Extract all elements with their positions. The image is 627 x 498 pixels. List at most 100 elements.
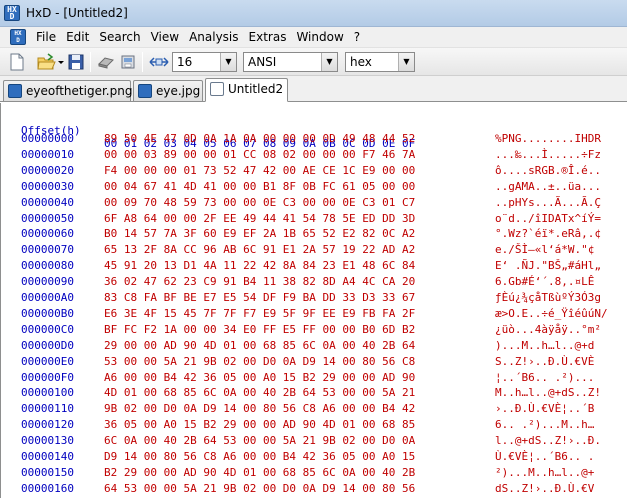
row-bytes[interactable]: 00 09 70 48 59 73 00 00 0E C3 00 00 0E C…: [104, 196, 415, 209]
tab-eyeofthetiger[interactable]: eyeofthetiger.png: [3, 80, 133, 102]
row-text[interactable]: )..­.M..h…l..@+d: [495, 339, 594, 352]
tab-label: eyeofthetiger.png: [26, 84, 133, 98]
row-text[interactable]: 6.. .²)..­.M..h…: [495, 418, 594, 431]
row-text[interactable]: ..gAMA..±..üa...: [495, 180, 601, 193]
save-icon[interactable]: [67, 52, 85, 72]
row-text[interactable]: l..@+dS..Z!›..Ð.: [495, 434, 601, 447]
row-offset: 000000C0: [21, 322, 74, 336]
row-offset: 00000110: [21, 402, 74, 416]
row-bytes[interactable]: 00 04 67 41 4D 41 00 00 B1 8F 0B FC 61 0…: [104, 180, 415, 193]
row-bytes[interactable]: F4 00 00 00 01 73 52 47 42 00 AE CE 1C E…: [104, 164, 415, 177]
row-bytes[interactable]: B0 14 57 7A 3F 60 E9 EF 2A 1B 65 52 E2 8…: [104, 227, 415, 240]
hxd-document-icon: [8, 84, 22, 98]
tab-eye[interactable]: eye.jpg: [133, 80, 203, 102]
chevron-down-icon[interactable]: ▼: [321, 53, 337, 71]
ram-editor-icon[interactable]: [96, 52, 116, 72]
row-bytes[interactable]: 89 50 4E 47 0D 0A 1A 0A 00 00 00 0D 49 4…: [104, 132, 415, 145]
open-dropdown-icon[interactable]: [57, 52, 65, 72]
tab-untitled2[interactable]: Untitled2: [205, 78, 288, 102]
row-bytes[interactable]: 45 91 20 13 D1 4A 11 22 42 8A 84 23 E1 4…: [104, 259, 415, 272]
row-text[interactable]: ...‰...Ì.....÷Fz: [495, 148, 601, 161]
disk-editor-icon[interactable]: [118, 52, 138, 72]
row-text[interactable]: æ>O.E..÷é_ŸîéûúN/: [495, 307, 608, 320]
row-offset: 00000020: [21, 163, 74, 177]
row-bytes[interactable]: 6F A8 64 00 00 2F EE 49 44 41 54 78 5E E…: [104, 212, 415, 225]
row-bytes[interactable]: BF FC F2 1A 00 00 34 E0 FF E5 FF 00 00 B…: [104, 323, 415, 336]
row-offset: 000000B0: [21, 306, 74, 320]
row-offset: 000000A0: [21, 291, 74, 304]
row-offset: 00000100: [21, 386, 74, 400]
chevron-down-icon[interactable]: ▼: [398, 53, 414, 71]
row-offset: 00000040: [21, 195, 74, 209]
row-offset: 00000010: [21, 147, 74, 161]
row-bytes[interactable]: E6 3E 4F 15 45 7F 7F F7 E9 5F 9F EE E9 F…: [104, 307, 415, 320]
hex-column-header: Offset(h) 00 01 02 03 04 05 06 07 08 09 …: [1, 111, 415, 150]
menu-analysis[interactable]: Analysis: [185, 30, 242, 44]
row-text[interactable]: Ù.€VÈ¦..´B6.. .: [495, 450, 594, 463]
hex-editor[interactable]: Offset(h) 00 01 02 03 04 05 06 07 08 09 …: [0, 103, 627, 498]
row-bytes[interactable]: A6 00 00 B4 42 36 05 00 A0 15 B2 29 00 0…: [104, 371, 415, 384]
bytes-per-row-select[interactable]: 16 ▼: [172, 52, 237, 72]
hxd-app-icon[interactable]: HX D: [4, 5, 20, 21]
row-offset: 000000E0: [21, 354, 74, 368]
row-bytes[interactable]: 6C 0A 00 40 2B 64 53 00 00 5A 21 9B 02 0…: [104, 434, 415, 447]
menu-window[interactable]: Window: [292, 30, 347, 44]
row-offset: 000000F0: [21, 370, 74, 384]
menu-help[interactable]: ?: [350, 30, 364, 44]
document-menu-icon[interactable]: HX D: [10, 29, 26, 45]
row-text[interactable]: ¦..´B6.. .²)..­.: [495, 371, 594, 384]
row-bytes[interactable]: 29 00 00 AD 90 4D 01 00 68 85 6C 0A 00 4…: [104, 339, 415, 352]
title-bar: HX D HxD - [Untitled2]: [0, 0, 627, 27]
menu-file[interactable]: File: [32, 30, 60, 44]
toolbar: 16 ▼ ANSI ▼ hex ▼: [0, 48, 627, 76]
row-offset: 00000090: [21, 275, 74, 289]
row-bytes[interactable]: 36 05 00 A0 15 B2 29 00 00 AD 90 4D 01 0…: [104, 418, 415, 431]
row-bytes[interactable]: 4D 01 00 68 85 6C 0A 00 40 2B 64 53 00 0…: [104, 386, 415, 399]
row-text[interactable]: %PNG........IHDR: [495, 132, 601, 145]
row-bytes[interactable]: 36 02 47 62 23 C9 91 B4 11 38 82 8D A4 4…: [104, 275, 415, 288]
row-bytes[interactable]: 83 C8 FA BF BE E7 E5 54 DF F9 BA DD 33 D…: [104, 291, 415, 304]
menu-view[interactable]: View: [147, 30, 183, 44]
menu-search[interactable]: Search: [95, 30, 144, 44]
row-bytes[interactable]: 65 13 2F 8A CC 96 AB 6C 91 E1 2A 57 19 2…: [104, 243, 415, 256]
row-text[interactable]: M..h…l..@+dS..Z!: [495, 386, 601, 399]
document-tabs: eyeofthetiger.png eye.jpg Untitled2: [0, 76, 627, 102]
row-bytes[interactable]: 64 53 00 00 5A 21 9B 02 00 D0 0A D9 14 0…: [104, 482, 415, 495]
row-text[interactable]: o¨d../îIDATx^íÝ=: [495, 212, 601, 225]
row-text[interactable]: e./ŠÌ–«l‘á*W."­¢: [495, 243, 594, 256]
charset-select[interactable]: ANSI ▼: [243, 52, 338, 72]
row-text[interactable]: E‘ .ÑJ."BŠ„#áHl„: [495, 259, 601, 272]
open-folder-icon[interactable]: [36, 52, 56, 72]
row-text[interactable]: °.Wz?`éï*.eRâ‚.¢: [495, 227, 601, 240]
charset-value: ANSI: [248, 55, 277, 69]
row-text[interactable]: ..pHYs...Ã...Ã.Ç: [495, 196, 601, 209]
row-text[interactable]: ô....sRGB.®Î.é..: [495, 164, 601, 177]
row-bytes[interactable]: D9 14 00 80 56 C8 A6 00 00 B4 42 36 05 0…: [104, 450, 415, 463]
row-bytes[interactable]: B2 29 00 00 AD 90 4D 01 00 68 85 6C 0A 0…: [104, 466, 415, 479]
row-text[interactable]: ›..Ð.Ù.€VÈ¦..´B: [495, 402, 594, 415]
row-offset: 00000140: [21, 450, 74, 463]
menu-extras[interactable]: Extras: [245, 30, 291, 44]
row-offset: 00000050: [21, 211, 74, 225]
row-text[interactable]: ²)..­.M..h…l..@+: [495, 466, 594, 479]
bytes-per-row-value: 16: [177, 55, 193, 69]
row-text[interactable]: dS..Z!›..Ð.Ù.€V: [495, 482, 594, 495]
row-offset: 000000D0: [21, 338, 74, 352]
row-text[interactable]: ƒÈú¿¾çåTßùºÝ3Ó3g: [495, 291, 601, 304]
row-bytes[interactable]: 53 00 00 5A 21 9B 02 00 D0 0A D9 14 00 8…: [104, 355, 415, 368]
tab-label: eye.jpg: [156, 84, 201, 98]
row-bytes[interactable]: 00 00 03 89 00 00 01 CC 08 02 00 00 00 F…: [104, 148, 415, 161]
row-text[interactable]: S..Z!›..Ð.Ù.€VÈ: [495, 355, 594, 368]
chevron-down-icon[interactable]: ▼: [220, 53, 236, 71]
menu-edit[interactable]: Edit: [62, 30, 93, 44]
row-offset: 00000070: [21, 243, 74, 257]
row-text[interactable]: ¿üò...4àÿåÿ..°m²: [495, 323, 601, 336]
row-offset: 00000030: [21, 179, 74, 193]
row-bytes[interactable]: 9B 02 00 D0 0A D9 14 00 80 56 C8 A6 00 0…: [104, 402, 415, 415]
row-offset: 00000000: [21, 132, 74, 145]
offset-base-select[interactable]: hex ▼: [345, 52, 415, 72]
row-offset: 00000060: [21, 227, 74, 241]
row-text[interactable]: 6.Gb#É‘´.8‚.¤LÊ: [495, 275, 601, 288]
new-file-icon[interactable]: [8, 52, 26, 72]
blank-document-icon: [210, 82, 224, 96]
